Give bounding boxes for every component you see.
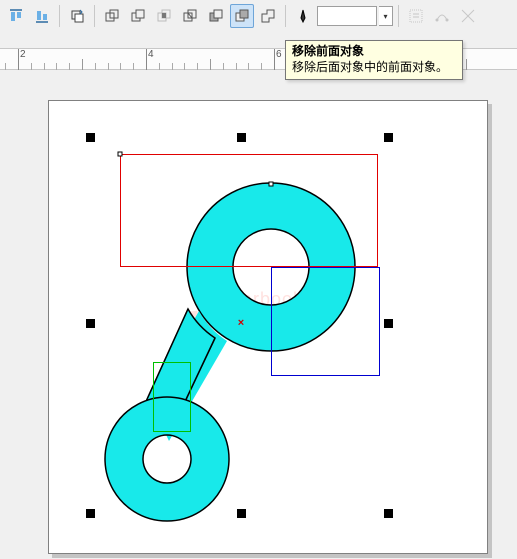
order-icon[interactable] [65, 4, 89, 28]
rect-blue[interactable] [271, 267, 380, 376]
selection-handle-se[interactable] [384, 509, 393, 518]
selection-handle-n[interactable] [237, 133, 246, 142]
rect-red[interactable] [120, 154, 378, 267]
ruler-number: 6 [276, 49, 282, 60]
align-top-icon[interactable] [4, 4, 28, 28]
intersect-icon[interactable] [152, 4, 176, 28]
front-minus-back-icon[interactable] [204, 4, 228, 28]
tooltip: 移除前面对象 移除后面对象中的前面对象。 [285, 40, 463, 80]
simplify-icon[interactable] [178, 4, 202, 28]
separator [59, 5, 60, 27]
boundary-icon[interactable] [256, 4, 280, 28]
separator [94, 5, 95, 27]
wrap-text-icon [404, 4, 428, 28]
center-marker: × [238, 317, 244, 329]
convert-curves-icon [430, 4, 454, 28]
back-minus-front-icon[interactable] [230, 4, 254, 28]
weld-icon[interactable] [100, 4, 124, 28]
tooltip-title: 移除前面对象 [292, 44, 456, 60]
tooltip-description: 移除后面对象中的前面对象。 [292, 60, 456, 76]
ruler-number: 2 [20, 49, 26, 60]
workspace[interactable]: J eyearbook.cn × [0, 70, 517, 559]
selection-handle-w[interactable] [86, 319, 95, 328]
selection-handle-sw[interactable] [86, 509, 95, 518]
rect-green[interactable] [153, 362, 191, 432]
selection-handle-ne[interactable] [384, 133, 393, 142]
trim-icon[interactable] [126, 4, 150, 28]
pen-outline-icon[interactable] [291, 4, 315, 28]
property-bar [0, 0, 517, 32]
separator [285, 5, 286, 27]
selection-handle-nw[interactable] [86, 133, 95, 142]
separator [398, 5, 399, 27]
page[interactable]: J eyearbook.cn × [48, 100, 488, 554]
node[interactable] [269, 182, 274, 187]
node[interactable] [118, 152, 123, 157]
outline-width-dropdown[interactable] [379, 6, 393, 26]
align-bottom-icon[interactable] [30, 4, 54, 28]
close-path-icon [456, 4, 480, 28]
ruler-number: 4 [148, 49, 154, 60]
outline-width-input[interactable] [317, 6, 377, 26]
selection-handle-s[interactable] [237, 509, 246, 518]
selection-handle-e[interactable] [384, 319, 393, 328]
